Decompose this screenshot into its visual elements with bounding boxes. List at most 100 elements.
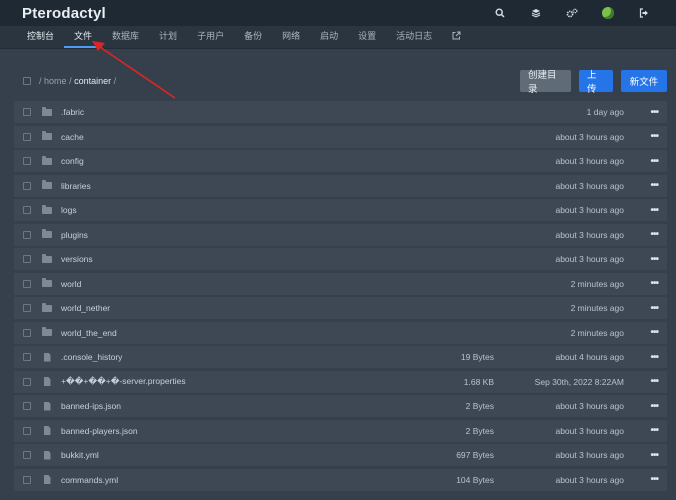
file-row[interactable]: world_the_end 2 minutes ago ••• (14, 321, 667, 344)
row-menu-button[interactable]: ••• (650, 278, 658, 289)
row-checkbox[interactable] (23, 304, 31, 312)
file-size: 104 Bytes (456, 474, 494, 485)
tab-settings[interactable]: 设置 (348, 26, 386, 48)
layers-icon[interactable] (518, 8, 554, 18)
row-checkbox[interactable] (23, 157, 31, 165)
file-name[interactable]: world_the_end (61, 328, 117, 338)
file-row[interactable]: banned-ips.json 2 Bytes about 3 hours ago •… (14, 395, 667, 417)
file-row[interactable]: bukkit.yml 697 Bytes about 3 hours ago ••• (14, 444, 667, 466)
file-name[interactable]: config (61, 156, 84, 166)
tab-databases[interactable]: 数据库 (102, 26, 149, 48)
file-name[interactable]: banned-players.json (61, 426, 138, 436)
file-row[interactable]: .console_history 19 Bytes about 4 hours ag… (14, 346, 667, 368)
row-menu-button[interactable]: ••• (650, 376, 658, 387)
row-menu-button[interactable]: ••• (650, 401, 658, 412)
file-row[interactable]: world_nether 2 minutes ago ••• (14, 297, 667, 319)
file-row[interactable]: +��+��+�-server.properties 1.68 KB Sep 30t… (14, 370, 667, 393)
tab-console[interactable]: 控制台 (17, 26, 64, 48)
search-icon[interactable] (482, 8, 518, 18)
file-row[interactable]: versions about 3 hours ago ••• (14, 248, 667, 270)
file-name[interactable]: bukkit.yml (61, 450, 99, 460)
file-name[interactable]: .console_history (61, 352, 122, 362)
file-row[interactable]: banned-players.json 2 Bytes about 3 hours … (14, 419, 667, 442)
row-menu-button[interactable]: ••• (650, 474, 658, 485)
file-name[interactable]: +��+��+�-server.properties (61, 376, 186, 387)
tab-subusers[interactable]: 子用户 (187, 26, 234, 48)
row-checkbox[interactable] (23, 255, 31, 263)
row-menu-button[interactable]: ••• (650, 352, 658, 363)
breadcrumb-separator: / (39, 76, 42, 86)
folder-icon (41, 302, 53, 312)
file-name[interactable]: versions (61, 254, 93, 264)
file-row[interactable]: libraries about 3 hours ago ••• (14, 174, 667, 197)
row-checkbox[interactable] (23, 475, 31, 484)
new-file-button[interactable]: 新文件 (621, 70, 667, 92)
breadcrumb-current: container (74, 76, 112, 86)
tab-backups[interactable]: 备份 (234, 26, 272, 48)
row-checkbox[interactable] (23, 353, 31, 361)
app-title[interactable]: Pterodactyl (22, 5, 106, 22)
row-checkbox[interactable] (23, 230, 31, 239)
file-name[interactable]: cache (61, 132, 84, 142)
tab-startup[interactable]: 启动 (310, 26, 348, 48)
file-name[interactable]: world (61, 279, 81, 289)
upload-button[interactable]: 上传 (579, 70, 613, 95)
file-modified: about 3 hours ago (555, 401, 624, 411)
tab-network[interactable]: 网络 (272, 26, 310, 48)
row-checkbox[interactable] (23, 181, 31, 190)
create-directory-button[interactable]: 创建目录 (520, 70, 571, 95)
file-row[interactable]: .fabric 1 day ago ••• (14, 101, 667, 123)
row-menu-button[interactable]: ••• (650, 425, 658, 436)
file-name[interactable]: .fabric (61, 107, 84, 117)
row-menu-button[interactable]: ••• (650, 254, 658, 265)
avatar[interactable] (590, 7, 626, 19)
tab-schedules[interactable]: 计划 (149, 26, 187, 48)
row-menu-button[interactable]: ••• (650, 180, 658, 191)
file-row[interactable]: cache about 3 hours ago ••• (14, 125, 667, 148)
row-menu-button[interactable]: ••• (650, 107, 658, 118)
row-menu-button[interactable]: ••• (650, 303, 658, 314)
file-name[interactable]: plugins (61, 230, 88, 240)
row-menu-button[interactable]: ••• (650, 327, 658, 338)
row-menu-button[interactable]: ••• (650, 131, 658, 142)
row-checkbox[interactable] (23, 108, 31, 116)
folder-icon (41, 180, 53, 189)
tab-activity[interactable]: 活动日志 (386, 26, 442, 48)
cogs-icon[interactable] (554, 8, 590, 18)
row-checkbox[interactable] (23, 451, 31, 459)
row-checkbox[interactable] (23, 206, 31, 214)
row-menu-button[interactable]: ••• (650, 156, 658, 167)
file-name[interactable]: libraries (61, 181, 91, 191)
row-checkbox[interactable] (23, 402, 31, 410)
row-checkbox[interactable] (23, 377, 31, 386)
file-row[interactable]: commands.yml 104 Bytes about 3 hours ago ••… (14, 468, 667, 491)
row-checkbox[interactable] (23, 426, 31, 435)
file-size: 2 Bytes (465, 401, 494, 411)
row-checkbox[interactable] (23, 132, 31, 141)
file-name[interactable]: logs (61, 205, 77, 215)
breadcrumb-separator: / (69, 76, 72, 86)
row-checkbox[interactable] (23, 279, 31, 288)
file-icon (41, 426, 53, 435)
folder-icon (41, 229, 53, 238)
breadcrumb: / home / container / (39, 76, 116, 86)
file-row[interactable]: plugins about 3 hours ago ••• (14, 223, 667, 246)
file-name[interactable]: banned-ips.json (61, 401, 121, 411)
row-menu-button[interactable]: ••• (650, 450, 658, 461)
row-menu-button[interactable]: ••• (650, 229, 658, 240)
file-modified: about 3 hours ago (555, 425, 624, 436)
logout-icon[interactable] (626, 8, 662, 18)
select-all-checkbox[interactable] (23, 77, 31, 85)
file-name[interactable]: world_nether (61, 303, 110, 313)
file-row[interactable]: world 2 minutes ago ••• (14, 272, 667, 295)
file-size: 697 Bytes (456, 450, 494, 460)
file-icon (41, 401, 53, 411)
external-link-icon[interactable] (442, 26, 471, 48)
breadcrumb-home[interactable]: home (44, 76, 67, 86)
file-name[interactable]: commands.yml (61, 475, 118, 485)
tab-files[interactable]: 文件 (64, 26, 103, 48)
file-row[interactable]: logs about 3 hours ago ••• (14, 199, 667, 221)
row-checkbox[interactable] (23, 328, 31, 337)
file-row[interactable]: config about 3 hours ago ••• (14, 150, 667, 172)
row-menu-button[interactable]: ••• (650, 205, 658, 216)
